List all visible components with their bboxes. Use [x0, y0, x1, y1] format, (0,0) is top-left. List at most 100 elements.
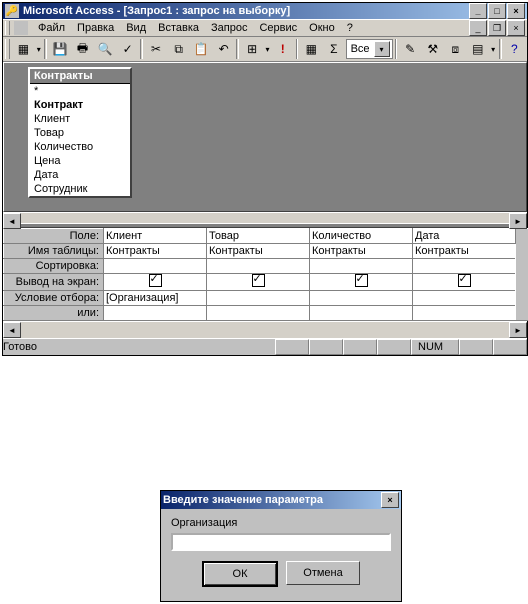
- query-design-grid: Поле: Клиент Товар Количество Дата Имя т…: [3, 228, 528, 321]
- grid-row-show: Вывод на экран:: [4, 274, 528, 291]
- grid-cell[interactable]: Клиент: [104, 229, 207, 244]
- row-label-show: Вывод на экран:: [4, 274, 104, 291]
- status-num: NUM: [411, 339, 459, 355]
- grid-cell[interactable]: Дата: [413, 229, 516, 244]
- grid-cell[interactable]: [104, 306, 207, 321]
- preview-button[interactable]: 🔍: [94, 37, 116, 61]
- undo-button[interactable]: ↶: [213, 37, 235, 61]
- db-window-button[interactable]: ⧈: [445, 37, 467, 61]
- top-values-combo[interactable]: Все ▾: [346, 39, 393, 59]
- run-button[interactable]: !: [272, 37, 294, 61]
- row-label-field: Поле:: [4, 229, 104, 244]
- grid-row-table: Имя таблицы: Контракты Контракты Контрак…: [4, 244, 528, 259]
- dialog-body: Организация ОК Отмена: [161, 509, 401, 601]
- show-table-button[interactable]: ▦: [300, 37, 322, 61]
- field-item-employee[interactable]: Сотрудник: [30, 182, 130, 196]
- upper-hscrollbar[interactable]: ◄ ►: [3, 212, 527, 223]
- field-item-price[interactable]: Цена: [30, 154, 130, 168]
- grid-cell[interactable]: Контракты: [413, 244, 516, 259]
- grid-cell[interactable]: [310, 291, 413, 306]
- view-button[interactable]: ▦: [13, 37, 35, 61]
- mdi-minimize-button[interactable]: _: [469, 20, 487, 36]
- new-object-dropdown-icon[interactable]: ▾: [490, 45, 497, 54]
- show-checkbox[interactable]: [104, 274, 207, 291]
- spell-button[interactable]: ✓: [117, 37, 139, 61]
- window-title: Microsoft Access - [Запрос1 : запрос на …: [23, 5, 290, 17]
- grid-cell[interactable]: [Организация]: [104, 291, 207, 306]
- menu-query[interactable]: Запрос: [205, 20, 253, 36]
- dialog-title: Введите значение параметра: [163, 494, 323, 506]
- menu-tools[interactable]: Сервис: [253, 20, 303, 36]
- close-button[interactable]: ×: [507, 3, 525, 19]
- build-button[interactable]: ⚒: [422, 37, 444, 61]
- field-item-star[interactable]: *: [30, 84, 130, 98]
- maximize-button[interactable]: □: [488, 3, 506, 19]
- grid-cell[interactable]: [207, 291, 310, 306]
- copy-button[interactable]: ⧉: [168, 37, 190, 61]
- minimize-button[interactable]: _: [469, 3, 487, 19]
- status-pane: [343, 339, 377, 355]
- ok-button[interactable]: ОК: [202, 561, 278, 587]
- totals-button[interactable]: Σ: [323, 37, 345, 61]
- grid-cell[interactable]: Количество: [310, 229, 413, 244]
- scroll-left-icon[interactable]: ◄: [3, 213, 21, 229]
- menu-help[interactable]: ?: [341, 20, 359, 36]
- help-button[interactable]: ?: [504, 37, 526, 61]
- parameter-dialog: Введите значение параметра × Организация…: [160, 490, 402, 602]
- grid-hscrollbar[interactable]: ◄ ►: [3, 321, 527, 338]
- scroll-left-icon[interactable]: ◄: [3, 322, 21, 338]
- row-label-sort: Сортировка:: [4, 259, 104, 274]
- grid-cell[interactable]: [207, 306, 310, 321]
- status-pane: [377, 339, 411, 355]
- scroll-right-icon[interactable]: ►: [509, 322, 527, 338]
- toolbar: ▦ ▾ 💾 🖶 🔍 ✓ ✂ ⧉ 📋 ↶ ⊞ ▾ ! ▦ Σ Все ▾ ✎ ⚒ …: [3, 37, 527, 62]
- menu-window[interactable]: Окно: [303, 20, 341, 36]
- print-button[interactable]: 🖶: [72, 37, 94, 61]
- show-checkbox[interactable]: [207, 274, 310, 291]
- view-dropdown-icon[interactable]: ▾: [35, 45, 42, 54]
- toolbar-grip[interactable]: [5, 39, 10, 59]
- grid-row-or: или:: [4, 306, 528, 321]
- menu-view[interactable]: Вид: [120, 20, 152, 36]
- menubar-grip[interactable]: [5, 21, 10, 35]
- grid-cell[interactable]: Контракты: [207, 244, 310, 259]
- cancel-button[interactable]: Отмена: [286, 561, 360, 585]
- query-type-dropdown-icon[interactable]: ▾: [264, 45, 271, 54]
- dialog-close-button[interactable]: ×: [381, 492, 399, 508]
- menu-file[interactable]: Файл: [32, 20, 71, 36]
- field-item-quantity[interactable]: Количество: [30, 140, 130, 154]
- save-button[interactable]: 💾: [49, 37, 71, 61]
- paste-button[interactable]: 📋: [190, 37, 212, 61]
- field-item-date[interactable]: Дата: [30, 168, 130, 182]
- field-list-title[interactable]: Контракты: [30, 69, 130, 83]
- grid-cell[interactable]: Контракты: [310, 244, 413, 259]
- new-object-button[interactable]: ▤: [467, 37, 489, 61]
- grid-cell[interactable]: Товар: [207, 229, 310, 244]
- field-item-contract[interactable]: Контракт: [30, 98, 130, 112]
- field-item-product[interactable]: Товар: [30, 126, 130, 140]
- mdi-restore-button[interactable]: ❐: [488, 20, 506, 36]
- row-label-criteria: Условие отбора:: [4, 291, 104, 306]
- field-item-client[interactable]: Клиент: [30, 112, 130, 126]
- field-list-body: * Контракт Клиент Товар Количество Цена …: [30, 83, 130, 196]
- grid-cell[interactable]: [413, 291, 516, 306]
- show-checkbox[interactable]: [310, 274, 413, 291]
- status-pane: [275, 339, 309, 355]
- mdi-close-button[interactable]: ×: [507, 20, 525, 36]
- query-type-button[interactable]: ⊞: [241, 37, 263, 61]
- grid-cell[interactable]: [413, 306, 516, 321]
- grid-vscrollbar[interactable]: [516, 229, 528, 321]
- grid-cell[interactable]: [310, 306, 413, 321]
- table-field-list[interactable]: Контракты * Контракт Клиент Товар Количе…: [28, 67, 132, 198]
- show-checkbox[interactable]: [413, 274, 516, 291]
- row-label-table: Имя таблицы:: [4, 244, 104, 259]
- grid-cell[interactable]: Контракты: [104, 244, 207, 259]
- status-text: Готово: [3, 341, 275, 353]
- properties-button[interactable]: ✎: [399, 37, 421, 61]
- parameter-input[interactable]: [171, 533, 391, 551]
- menu-edit[interactable]: Правка: [71, 20, 120, 36]
- menu-insert[interactable]: Вставка: [152, 20, 205, 36]
- access-window: 🔑 Microsoft Access - [Запрос1 : запрос н…: [2, 2, 528, 356]
- cut-button[interactable]: ✂: [145, 37, 167, 61]
- scroll-right-icon[interactable]: ►: [509, 213, 527, 229]
